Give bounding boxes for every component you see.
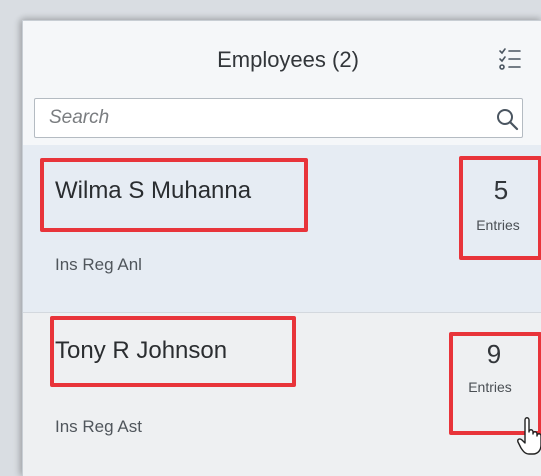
page-title: Employees (2) — [217, 47, 359, 72]
list-settings-icon[interactable] — [497, 46, 523, 72]
hand-cursor-icon — [517, 417, 541, 455]
employee-position: Ins Reg Anl — [55, 255, 142, 274]
search-input[interactable] — [35, 99, 475, 137]
search-icon[interactable] — [495, 107, 519, 131]
highlight-box-name-1 — [40, 158, 308, 232]
highlight-box-name-2 — [50, 316, 296, 387]
search-field[interactable] — [34, 98, 523, 138]
employees-panel: Employees (2) Wilma S Muhanna Ins Reg An… — [22, 20, 541, 476]
employee-position: Ins Reg Ast — [55, 417, 142, 436]
list-header: Employees (2) — [23, 21, 541, 97]
highlight-box-count-1 — [459, 156, 541, 260]
